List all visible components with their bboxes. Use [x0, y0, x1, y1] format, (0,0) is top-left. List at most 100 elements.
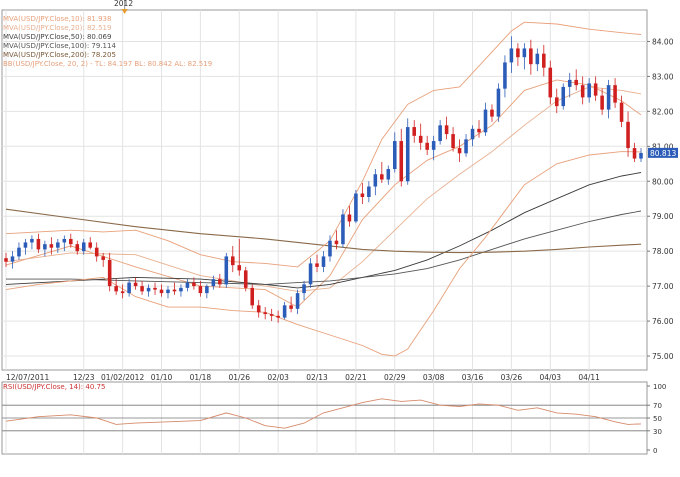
- candle-down: [69, 238, 73, 245]
- candle-down: [49, 244, 54, 248]
- chart-canvas: 84.0083.0082.0081.0080.0079.0078.0077.00…: [1, 0, 678, 455]
- price-tick-label: 79.00: [652, 212, 674, 221]
- rsi-tick-label: 50: [653, 415, 662, 423]
- candle-up: [431, 141, 436, 150]
- candle-up: [166, 289, 170, 294]
- date-tick-label: 04/11: [578, 373, 600, 382]
- candle-down: [457, 148, 462, 154]
- legend-mva-200: MVA(USD/JPY.Close,200): 78.205: [3, 51, 116, 60]
- candle-down: [516, 48, 520, 58]
- candle-down: [315, 263, 319, 267]
- candle-up: [392, 141, 397, 170]
- legend-mva-20: MVA(USD/JPY.Close,20): 82.519: [3, 24, 112, 33]
- candle-up: [62, 238, 67, 243]
- candle-down: [632, 148, 637, 159]
- date-tick-label: 01/18: [190, 373, 212, 382]
- candle-down: [529, 48, 533, 65]
- candle-up: [179, 287, 183, 292]
- candle-up: [328, 240, 332, 257]
- candle-down: [444, 125, 449, 135]
- date-tick-label: 03/26: [501, 373, 523, 382]
- candle-down: [192, 282, 196, 287]
- candle-up: [606, 85, 611, 110]
- candle-down: [554, 97, 559, 107]
- candle-down: [347, 214, 352, 222]
- candle-down: [231, 256, 235, 266]
- candle-up: [56, 242, 60, 248]
- candle-up: [295, 293, 300, 309]
- candle-up: [373, 174, 378, 187]
- candle-down: [172, 289, 177, 292]
- candle-down: [94, 247, 99, 257]
- candle-down: [120, 291, 125, 294]
- rsi-tick-label: 0: [653, 447, 657, 455]
- price-tick-label: 84.00: [652, 37, 674, 46]
- date-tick-label: 02/03: [267, 373, 289, 382]
- candle-down: [580, 85, 585, 98]
- candle-up: [561, 86, 566, 107]
- date-tick-label: 02/21: [345, 373, 367, 382]
- candle-up: [386, 169, 391, 180]
- candle-down: [107, 259, 112, 287]
- date-tick-label: 03/16: [462, 373, 484, 382]
- candle-up: [354, 193, 358, 222]
- candle-down: [380, 174, 384, 180]
- candle-down: [574, 79, 578, 86]
- candle-up: [127, 282, 131, 294]
- candle-up: [503, 62, 507, 89]
- candle-down: [542, 53, 546, 68]
- candle-up: [81, 242, 86, 252]
- legend: MVA(USD/JPY.Close,10): 81.938 MVA(USD/JP…: [3, 15, 212, 70]
- candle-down: [626, 121, 630, 149]
- price-tick-label: 75.00: [652, 352, 674, 361]
- candle-down: [263, 312, 267, 315]
- price-tick-label: 83.00: [652, 72, 674, 81]
- candle-down: [490, 109, 494, 117]
- candle-down: [101, 256, 105, 260]
- candle-up: [496, 88, 501, 117]
- rsi-tick-label: 30: [653, 428, 662, 436]
- candle-down: [593, 83, 598, 96]
- candle-down: [289, 305, 293, 309]
- candle-up: [587, 83, 591, 98]
- candle-down: [334, 240, 339, 245]
- candle-down: [399, 141, 404, 182]
- chart-root: 84.00 83.00 82.00 81.00 80.00 79.00 78.00 77.00…: [0, 0, 680, 477]
- candle-down: [418, 135, 423, 143]
- candle-up: [321, 256, 326, 267]
- candle-down: [276, 315, 280, 318]
- candle-up: [470, 128, 475, 140]
- candle-down: [256, 305, 261, 313]
- candle-up: [367, 186, 371, 197]
- candle-down: [425, 142, 429, 150]
- rsi-tick-label: 100: [653, 383, 666, 391]
- date-tick-label: 12/23: [73, 373, 95, 382]
- candle-down: [412, 127, 416, 136]
- legend-mva-10: MVA(USD/JPY.Close,10): 81.938: [3, 15, 112, 23]
- price-tick-label: 82.00: [652, 107, 674, 116]
- candle-down: [88, 242, 93, 248]
- candle-up: [185, 282, 190, 288]
- price-tick-label: 77.00: [652, 282, 674, 291]
- candle-down: [159, 289, 164, 294]
- candle-down: [133, 282, 138, 287]
- candle-down: [218, 279, 222, 285]
- candle-up: [405, 127, 410, 182]
- candle-up: [17, 247, 21, 257]
- candle-down: [198, 286, 203, 294]
- rsi-tick-label: 70: [653, 402, 662, 410]
- last-price-label: 80.813: [650, 149, 676, 158]
- candle-up: [224, 256, 229, 285]
- candle-up: [30, 238, 34, 243]
- candle-up: [522, 48, 527, 58]
- candle-down: [477, 128, 481, 133]
- candle-down: [237, 265, 242, 271]
- candle-up: [23, 242, 28, 248]
- date-tick-label: 02/13: [306, 373, 328, 382]
- candle-down: [4, 258, 8, 262]
- date-tick-label: 01/26: [228, 373, 250, 382]
- candle-down: [153, 287, 157, 290]
- candle-up: [341, 214, 345, 245]
- candle-up: [282, 305, 287, 318]
- candle-down: [250, 287, 255, 306]
